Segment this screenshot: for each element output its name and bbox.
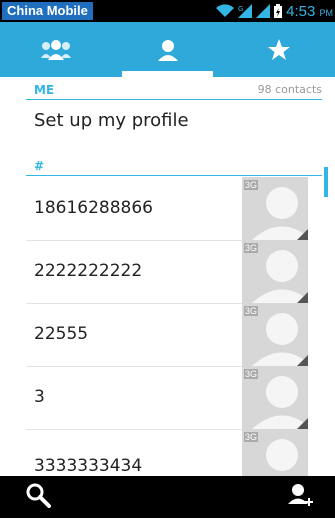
signal-icon: G xyxy=(238,4,253,18)
contact-name: 22555 xyxy=(34,324,89,344)
contact-name: 3 xyxy=(34,387,45,407)
tab-groups[interactable] xyxy=(0,22,112,77)
contact-list[interactable]: ME 98 contacts Set up my profile # 18616… xyxy=(0,77,335,524)
contact-row[interactable]: 22555 3G xyxy=(26,303,308,367)
carrier-label: China Mobile xyxy=(2,2,93,20)
scrollbar[interactable] xyxy=(324,167,328,197)
badge-3g: 3G xyxy=(243,243,258,253)
tab-bar xyxy=(0,22,335,77)
contact-name: 2222222222 xyxy=(34,261,143,281)
section-title: # xyxy=(34,159,45,173)
battery-icon xyxy=(274,4,283,18)
badge-3g: 3G xyxy=(243,180,258,190)
badge-3g: 3G xyxy=(243,432,258,442)
star-icon xyxy=(268,38,291,61)
contact-row[interactable]: 3 3G xyxy=(26,366,308,430)
contact-row[interactable]: 2222222222 3G xyxy=(26,240,308,304)
tab-favorites[interactable] xyxy=(223,22,335,77)
status-icons: G 4:53 PM xyxy=(216,0,333,22)
badge-3g: 3G xyxy=(243,369,258,379)
svg-text:G: G xyxy=(238,6,243,13)
hash-section-header: # xyxy=(26,153,322,176)
contact-name: 18616288866 xyxy=(34,198,153,218)
search-icon xyxy=(25,482,51,512)
contact-row[interactable]: 18616288866 3G xyxy=(26,177,308,241)
clock-time: 4:53 xyxy=(286,2,316,20)
wifi-icon xyxy=(216,4,235,18)
add-contact-icon xyxy=(287,482,313,512)
clock: 4:53 PM xyxy=(286,3,333,20)
contact-count: 98 contacts xyxy=(257,83,322,96)
clock-suffix: PM xyxy=(319,7,334,18)
status-bar: China Mobile G 4:53 PM xyxy=(0,0,335,22)
person-icon xyxy=(157,39,179,61)
add-contact-button[interactable] xyxy=(270,476,330,518)
bottom-action-bar xyxy=(0,476,335,518)
badge-3g: 3G xyxy=(243,306,258,316)
group-icon xyxy=(38,38,74,62)
signal-icon xyxy=(256,4,271,18)
setup-profile-item[interactable]: Set up my profile xyxy=(34,95,189,147)
tab-contacts[interactable] xyxy=(112,22,224,77)
search-button[interactable] xyxy=(8,476,68,518)
